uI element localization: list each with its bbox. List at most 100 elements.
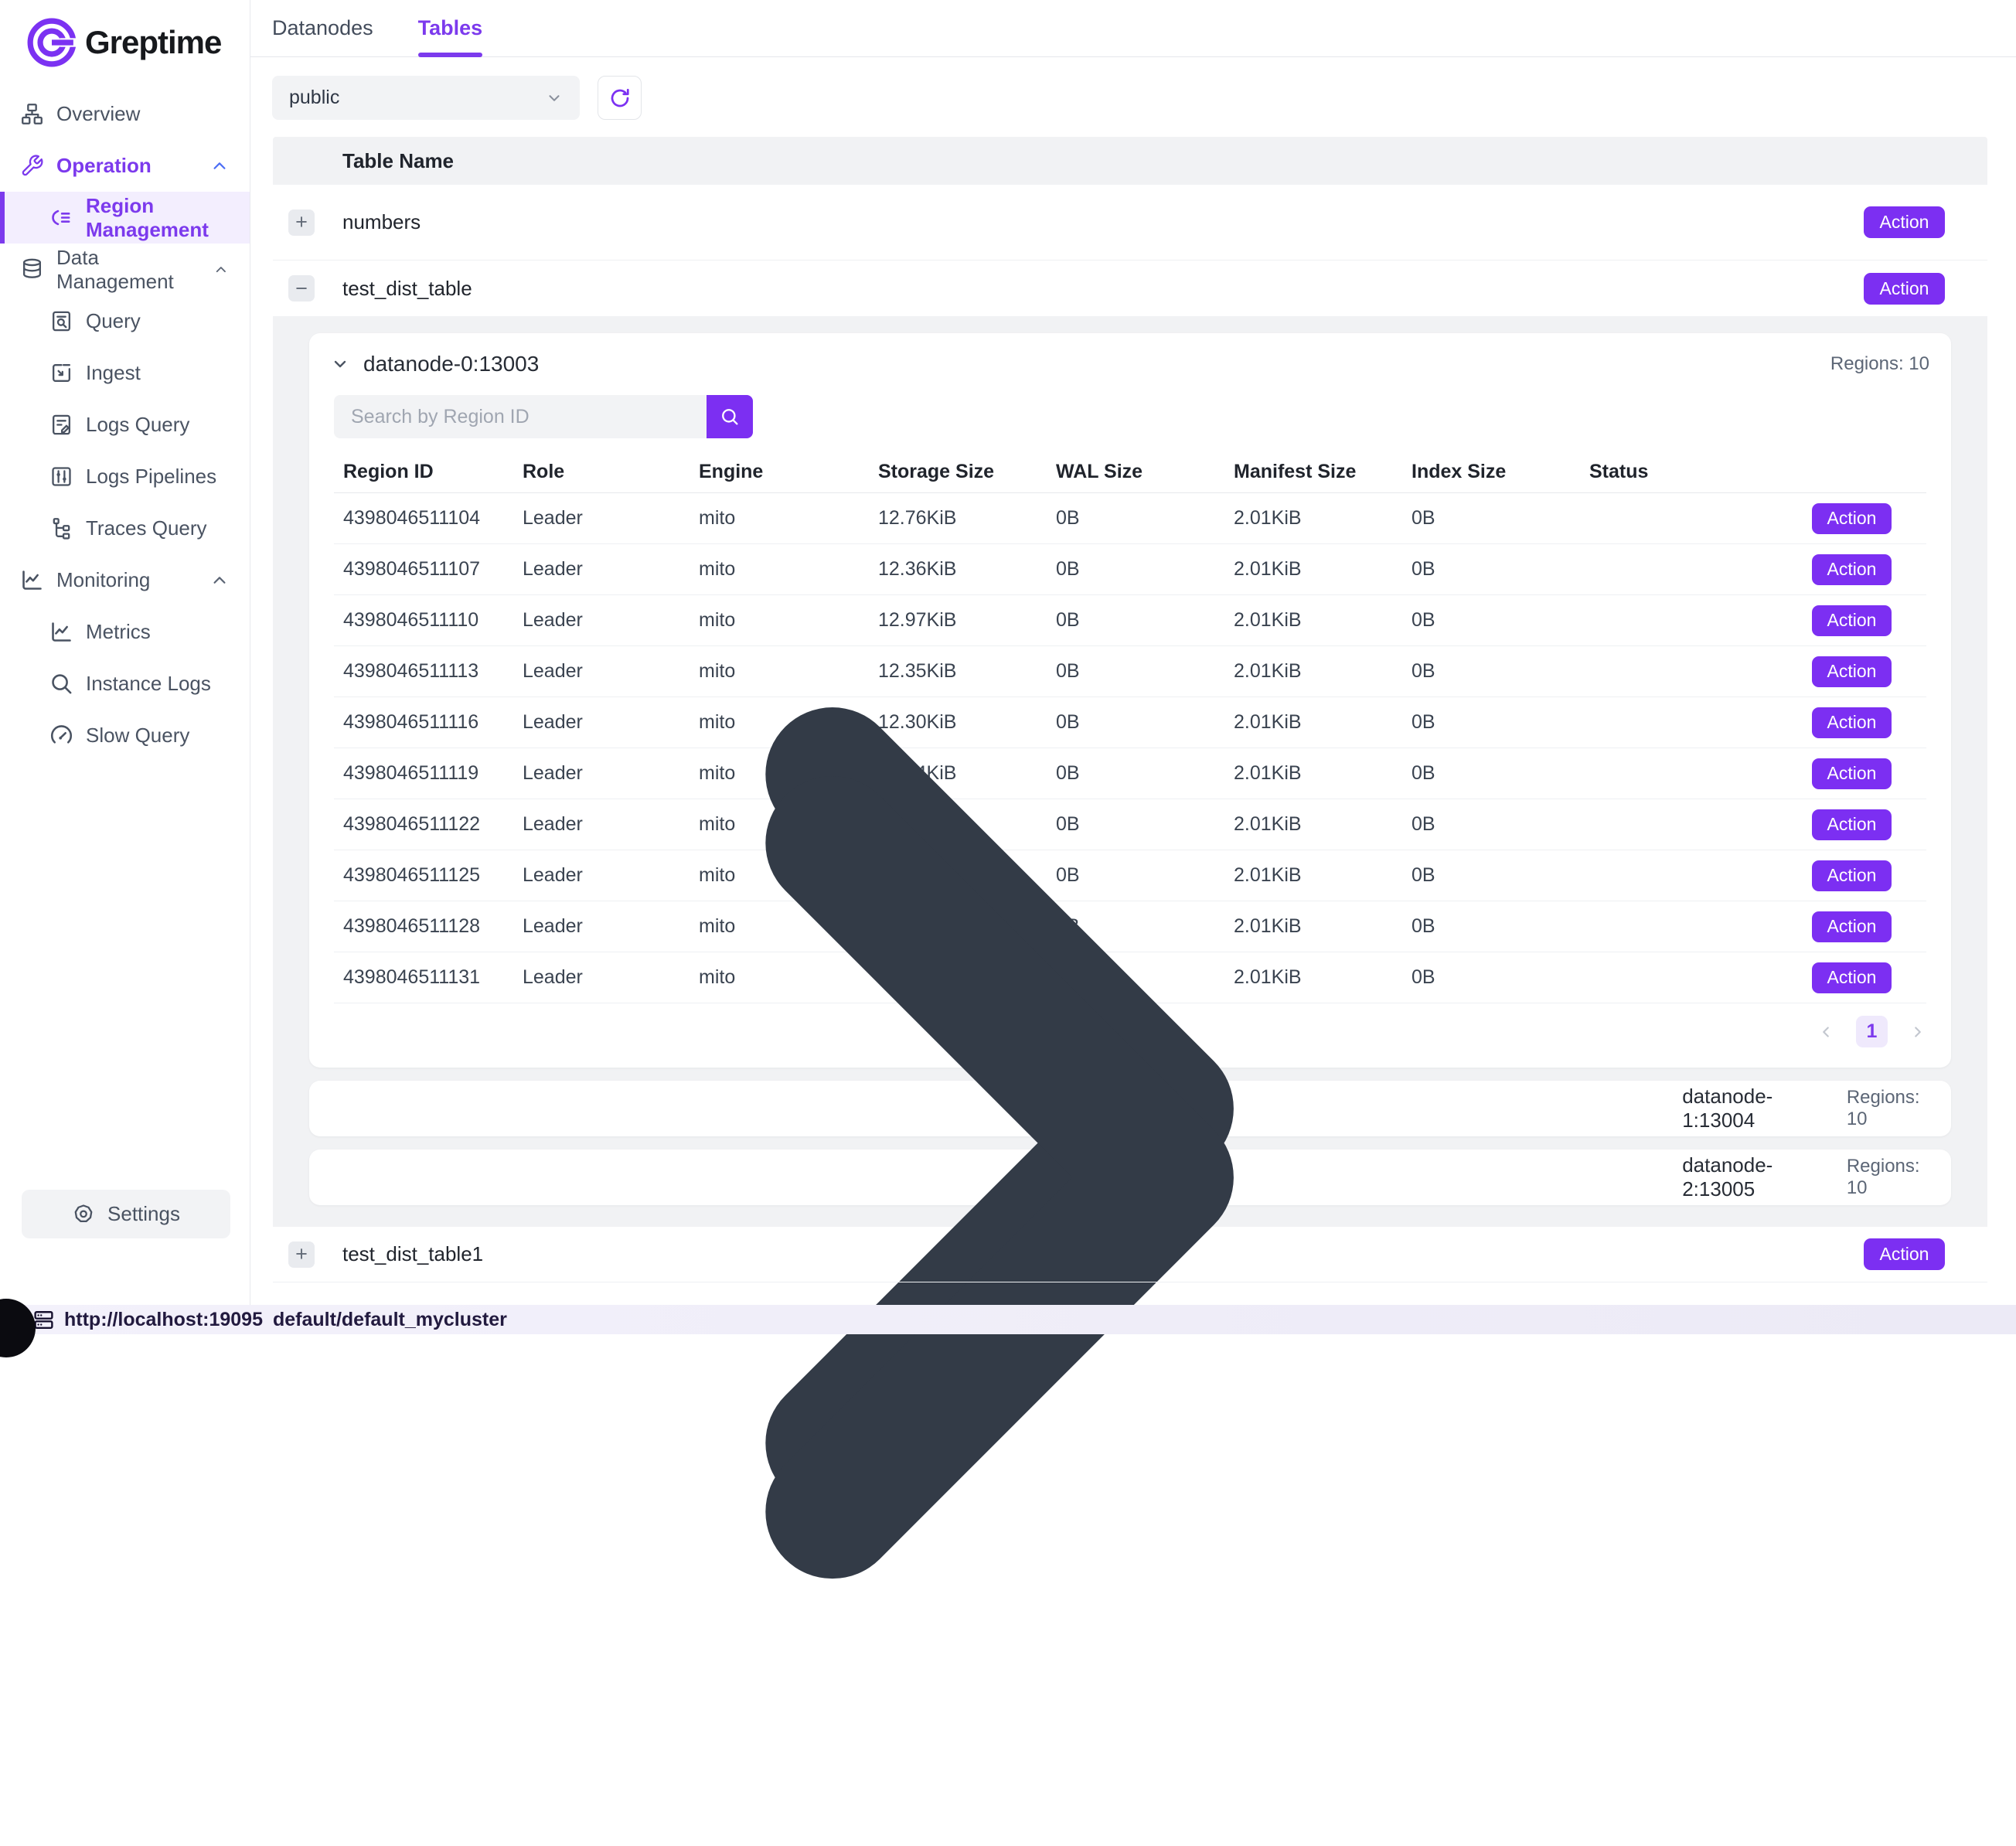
sidebar-item-label: Slow Query (86, 724, 189, 748)
magnifier-icon (49, 672, 73, 696)
chevron-up-icon[interactable] (211, 158, 228, 175)
sidebar-item-instance-logs[interactable]: Instance Logs (0, 658, 250, 710)
sidebar-item-data-management[interactable]: Data Management (0, 244, 250, 295)
datanode-label: datanode-0:13003 (363, 352, 539, 376)
sidebar-item-traces-query[interactable]: Traces Query (0, 502, 250, 554)
refresh-button[interactable] (598, 76, 642, 120)
table-row-test-dist-table: − test_dist_table Action (273, 261, 1987, 316)
chevron-up-icon[interactable] (211, 572, 228, 589)
metrics-icon (49, 620, 73, 644)
page-number[interactable]: 1 (1856, 1016, 1888, 1047)
tables-table: Table Name + numbers Action − test_dist_… (273, 137, 1987, 1282)
brand-name: Greptime (85, 24, 221, 61)
chevron-down-icon (546, 90, 563, 107)
region-action-button[interactable]: Action (1812, 911, 1892, 942)
sidebar-nav: Overview Operation Region Management Dat… (0, 88, 250, 1190)
search-icon (719, 406, 741, 427)
sidebar-item-slow-query[interactable]: Slow Query (0, 710, 250, 761)
cluster-name: default/default_mycluster (273, 1309, 507, 1331)
chart-line-icon (20, 568, 44, 592)
document-search-icon (49, 309, 73, 333)
region-action-button[interactable]: Action (1812, 503, 1892, 534)
expand-icon[interactable]: + (288, 209, 315, 236)
region-action-button[interactable]: Action (1812, 605, 1892, 636)
region-action-button[interactable]: Action (1812, 554, 1892, 585)
sidebar-item-label: Monitoring (56, 568, 150, 592)
sliders-icon (49, 465, 73, 489)
datanode-panel: datanode-0:13003 Regions: 10 Region ID R… (273, 316, 1987, 1227)
table-name: test_dist_table1 (342, 1242, 483, 1266)
region-action-button[interactable]: Action (1812, 707, 1892, 738)
sidebar-item-logs-pipelines[interactable]: Logs Pipelines (0, 451, 250, 502)
sidebar-item-label: Metrics (86, 620, 151, 644)
region-list-icon (49, 206, 73, 230)
greptime-logo-icon (26, 17, 77, 68)
table-action-button[interactable]: Action (1864, 1238, 1945, 1270)
settings-button[interactable]: Settings (22, 1190, 230, 1238)
collapse-icon[interactable]: − (288, 275, 315, 301)
toolbar: public (250, 57, 2016, 120)
region-search-input[interactable] (334, 395, 707, 438)
tab-tables[interactable]: Tables (418, 0, 483, 56)
sidebar: Greptime Overview Operation Region Manag… (0, 0, 250, 1305)
status-bar: http://localhost:19095 default/default_m… (0, 1305, 2016, 1334)
connection-url[interactable]: http://localhost:19095 (64, 1309, 263, 1331)
regions-count: Regions: 10 (1830, 353, 1929, 375)
sitemap-icon (20, 102, 44, 126)
sidebar-item-logs-query[interactable]: Logs Query (0, 399, 250, 451)
sidebar-item-label: Logs Pipelines (86, 465, 216, 489)
chevron-left-icon[interactable] (1817, 1023, 1834, 1041)
region-search (334, 395, 753, 438)
sidebar-item-metrics[interactable]: Metrics (0, 606, 250, 658)
sidebar-item-overview[interactable]: Overview (0, 88, 250, 140)
refresh-icon (608, 87, 632, 110)
schema-select[interactable]: public (272, 76, 580, 120)
gauge-icon (49, 724, 73, 748)
sidebar-item-label: Traces Query (86, 516, 207, 540)
gear-icon (72, 1203, 95, 1226)
expand-icon[interactable]: + (288, 1241, 315, 1268)
column-table-name: Table Name (342, 149, 454, 173)
sidebar-item-label: Operation (56, 154, 152, 178)
chevron-right-icon[interactable] (331, 509, 1668, 1846)
chevron-up-icon[interactable] (214, 261, 228, 278)
datanode-label: datanode-2:13005 (1682, 1153, 1819, 1201)
sidebar-item-query[interactable]: Query (0, 295, 250, 347)
region-action-button[interactable]: Action (1812, 860, 1892, 891)
sidebar-item-label: Data Management (56, 246, 189, 294)
table-action-button[interactable]: Action (1864, 206, 1945, 238)
chevron-down-icon[interactable] (331, 355, 349, 373)
region-action-button[interactable]: Action (1812, 962, 1892, 993)
region-action-button[interactable]: Action (1812, 809, 1892, 840)
table-name: test_dist_table (342, 277, 472, 301)
tables-table-header: Table Name (273, 137, 1987, 185)
tree-icon (49, 516, 73, 540)
table-name: numbers (342, 210, 421, 234)
wrench-icon (20, 154, 44, 178)
sidebar-item-label: Instance Logs (86, 672, 211, 696)
sidebar-item-label: Query (86, 309, 141, 333)
regions-count: Regions: 10 (1847, 1087, 1929, 1130)
sidebar-item-region-management[interactable]: Region Management (0, 192, 250, 244)
region-action-button[interactable]: Action (1812, 758, 1892, 789)
sidebar-item-operation[interactable]: Operation (0, 140, 250, 192)
sidebar-item-label: Ingest (86, 361, 141, 385)
table-row-test-dist-table1: + test_dist_table1 Action (273, 1227, 1987, 1282)
main-content: Datanodes Tables public Table Name + num… (250, 0, 2016, 1305)
regions-count: Regions: 10 (1847, 1156, 1929, 1199)
chevron-right-icon[interactable] (1909, 1023, 1926, 1041)
region-search-button[interactable] (707, 395, 753, 438)
database-icon (20, 257, 44, 281)
datanode-card-collapsed[interactable]: datanode-2:13005 Regions: 10 (309, 1149, 1951, 1205)
table-action-button[interactable]: Action (1864, 273, 1945, 305)
settings-label: Settings (107, 1202, 180, 1226)
sidebar-item-label: Overview (56, 102, 140, 126)
datanode-label: datanode-1:13004 (1682, 1085, 1819, 1132)
sidebar-item-ingest[interactable]: Ingest (0, 347, 250, 399)
sidebar-item-monitoring[interactable]: Monitoring (0, 554, 250, 606)
datanode-header[interactable]: datanode-0:13003 Regions: 10 (309, 333, 1951, 395)
tab-datanodes[interactable]: Datanodes (272, 0, 373, 56)
schema-selected-value: public (289, 87, 339, 109)
region-action-button[interactable]: Action (1812, 656, 1892, 687)
brand-logo: Greptime (0, 0, 250, 88)
